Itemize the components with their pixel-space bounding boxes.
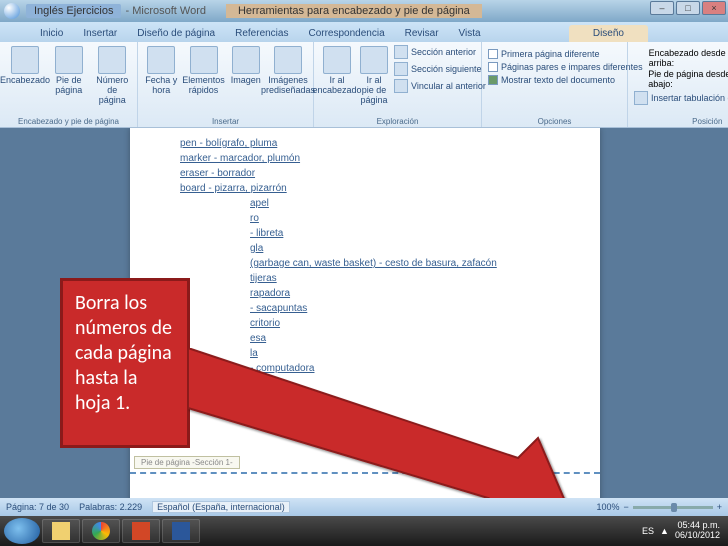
status-bar: Página: 7 de 30 Palabras: 2.229 Español …	[0, 498, 728, 516]
tray-lang[interactable]: ES	[642, 526, 654, 536]
word-icon	[172, 522, 190, 540]
group-label: Encabezado y pie de página	[0, 117, 137, 126]
status-page[interactable]: Página: 7 de 30	[6, 502, 69, 512]
diff-first-page-check[interactable]: Primera página diferente	[486, 48, 623, 60]
tab-correspondencia[interactable]: Correspondencia	[298, 25, 394, 42]
zoom-in-icon[interactable]: +	[717, 502, 722, 512]
ribbon-tabs: Inicio Insertar Diseño de página Referen…	[0, 22, 728, 42]
ribbon: Encabezado Pie de página Número de págin…	[0, 42, 728, 128]
maximize-button[interactable]: □	[676, 1, 700, 15]
footer-icon	[55, 46, 83, 74]
taskbar-explorer[interactable]	[42, 519, 80, 543]
goto-footer-button[interactable]: Ir al pie de página	[358, 44, 390, 108]
footer-pos-icon	[632, 72, 644, 86]
quickparts-icon	[190, 46, 218, 74]
tab-insertar[interactable]: Insertar	[73, 25, 127, 42]
chrome-icon	[92, 522, 110, 540]
tab-revisar[interactable]: Revisar	[395, 25, 449, 42]
prev-icon	[394, 45, 408, 59]
image-icon	[232, 46, 260, 74]
powerpoint-icon	[132, 522, 150, 540]
document-area[interactable]: pen - bolígrafo, plumamarker - marcador,…	[0, 128, 728, 498]
taskbar-word[interactable]	[162, 519, 200, 543]
group-label: Exploración	[314, 117, 481, 126]
tab-referencias[interactable]: Referencias	[225, 25, 298, 42]
office-orb-icon[interactable]	[4, 3, 20, 19]
zoom-controls[interactable]: 100% − +	[596, 502, 722, 512]
tray-flag-icon[interactable]: ▲	[660, 526, 669, 536]
elementos-rapidos-button[interactable]: Elementos rápidos	[183, 44, 225, 98]
windows-taskbar: ES ▲ 05:44 p.m.06/10/2012	[0, 516, 728, 546]
tray-clock[interactable]: 05:44 p.m.06/10/2012	[675, 521, 724, 541]
document-page[interactable]: pen - bolígrafo, plumamarker - marcador,…	[130, 128, 600, 498]
minimize-button[interactable]: –	[650, 1, 674, 15]
tab-icon	[634, 91, 648, 105]
encabezado-button[interactable]: Encabezado	[4, 44, 46, 88]
document-text: pen - bolígrafo, plumamarker - marcador,…	[130, 128, 600, 391]
contextual-tab-label: Herramientas para encabezado y pie de pá…	[226, 4, 482, 18]
link-previous-button[interactable]: Vincular al anterior	[392, 78, 488, 94]
start-button[interactable]	[4, 518, 40, 544]
footer-pos-label: Pie de página desde abajo:	[648, 69, 728, 89]
system-tray[interactable]: ES ▲ 05:44 p.m.06/10/2012	[642, 521, 724, 541]
taskbar-powerpoint[interactable]	[122, 519, 160, 543]
diff-odd-even-check[interactable]: Páginas pares e impares diferentes	[486, 61, 623, 73]
document-title: Inglés Ejercicios	[26, 4, 121, 18]
folder-icon	[52, 522, 70, 540]
link-icon	[394, 79, 408, 93]
prev-section-button[interactable]: Sección anterior	[392, 44, 488, 60]
group-label: Posición	[628, 117, 728, 126]
title-bar: Inglés Ejercicios - Microsoft Word Herra…	[0, 0, 728, 22]
goto-header-icon	[323, 46, 351, 74]
taskbar-chrome[interactable]	[82, 519, 120, 543]
footer-section-label: Pie de página -Sección 1-	[134, 456, 240, 469]
tab-diseno[interactable]: Diseño	[569, 25, 648, 42]
tab-vista[interactable]: Vista	[449, 25, 491, 42]
insert-tab-button[interactable]: Insertar tabulación de alineación	[632, 90, 728, 106]
pie-pagina-button[interactable]: Pie de página	[48, 44, 90, 98]
checkbox-icon	[488, 49, 498, 59]
zoom-value: 100%	[596, 502, 619, 512]
group-label: Insertar	[138, 117, 313, 126]
date-icon	[147, 46, 175, 74]
checkbox-checked-icon	[488, 75, 498, 85]
numero-pagina-button[interactable]: Número de página	[92, 44, 134, 108]
zoom-out-icon[interactable]: −	[623, 502, 628, 512]
app-name: - Microsoft Word	[125, 5, 206, 17]
zoom-slider[interactable]	[633, 506, 713, 509]
checkbox-icon	[488, 62, 498, 72]
page-number-icon	[98, 46, 126, 74]
tab-diseno-pagina[interactable]: Diseño de página	[127, 25, 225, 42]
clipart-button[interactable]: Imágenes prediseñadas	[267, 44, 309, 98]
tab-inicio[interactable]: Inicio	[30, 25, 73, 42]
header-pos-icon	[632, 51, 645, 65]
close-button[interactable]: ×	[702, 1, 726, 15]
goto-header-button[interactable]: Ir al encabezado	[318, 44, 356, 98]
status-words[interactable]: Palabras: 2.229	[79, 502, 142, 512]
page-number-field[interactable]: 6	[544, 478, 550, 489]
show-doc-text-check[interactable]: Mostrar texto del documento	[486, 74, 623, 86]
next-section-button[interactable]: Sección siguiente	[392, 61, 488, 77]
group-label: Opciones	[482, 117, 627, 126]
next-icon	[394, 62, 408, 76]
status-language[interactable]: Español (España, internacional)	[152, 501, 290, 513]
header-icon	[11, 46, 39, 74]
instruction-callout: Borra los números de cada página hasta l…	[60, 278, 190, 448]
imagen-button[interactable]: Imagen	[227, 44, 266, 88]
fecha-hora-button[interactable]: Fecha y hora	[142, 44, 181, 98]
footer-divider	[130, 472, 600, 474]
goto-footer-icon	[360, 46, 388, 74]
clipart-icon	[274, 46, 302, 74]
header-pos-label: Encabezado desde arriba:	[649, 48, 728, 68]
